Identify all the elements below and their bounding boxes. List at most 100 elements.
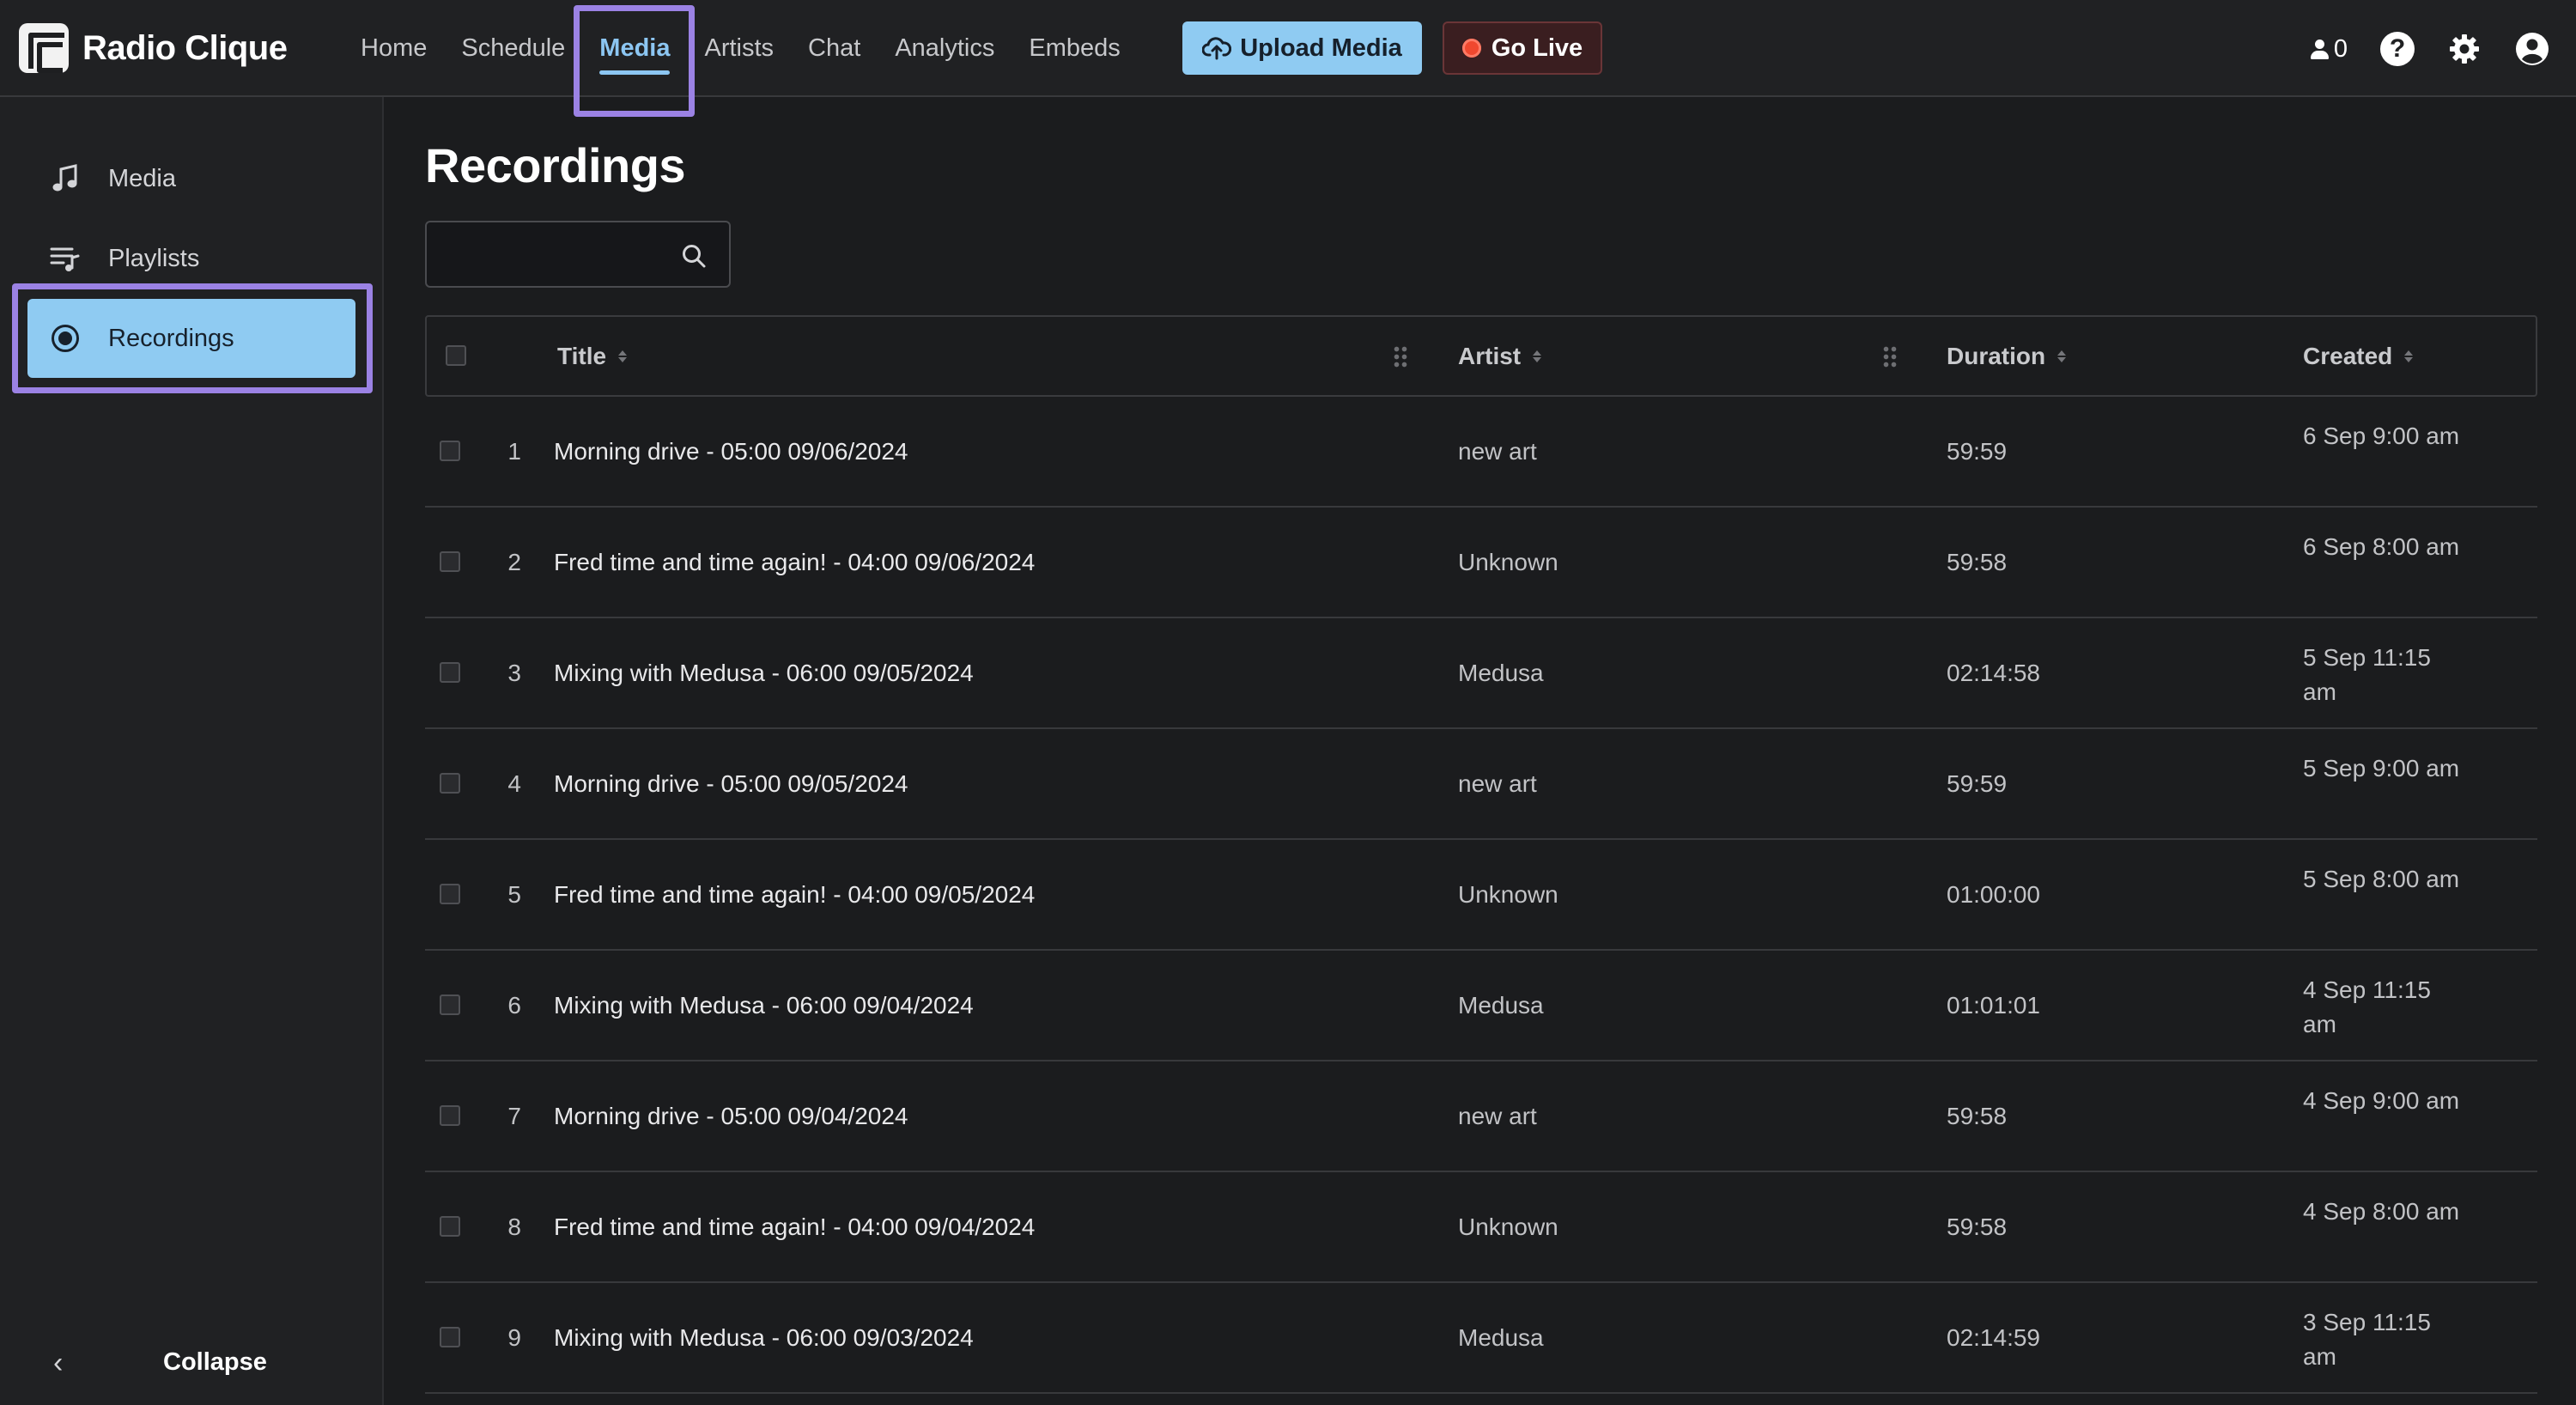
- nav-embeds[interactable]: Embeds: [1012, 0, 1137, 97]
- app-name: Radio Clique: [82, 28, 288, 67]
- top-right-actions: 0 ?: [2308, 26, 2550, 72]
- recording-duration: 59:58: [1947, 1103, 2008, 1129]
- row-number: 2: [507, 549, 521, 575]
- column-drag-handle-icon[interactable]: [1393, 345, 1408, 369]
- sort-icon: [618, 350, 628, 362]
- record-icon: [52, 325, 79, 352]
- upload-media-button[interactable]: Upload Media: [1182, 21, 1422, 75]
- row-checkbox[interactable]: [440, 884, 460, 904]
- recording-created: 5 Sep 9:00 am: [2303, 755, 2460, 782]
- page-title: Recordings: [425, 138, 686, 192]
- recording-duration: 59:58: [1947, 1213, 2008, 1240]
- row-checkbox[interactable]: [440, 1327, 460, 1347]
- recording-created: 4 Sep 9:00 am: [2303, 1087, 2460, 1114]
- recording-artist: Medusa: [1458, 992, 1544, 1019]
- table-row[interactable]: 2 Fred time and time again! - 04:00 09/0…: [425, 508, 2537, 618]
- column-header-label: Title: [557, 343, 607, 369]
- column-header-artist[interactable]: Artist: [1458, 343, 1542, 370]
- column-header-created[interactable]: Created: [2303, 343, 2414, 370]
- table-row[interactable]: 9 Mixing with Medusa - 06:00 09/03/2024 …: [425, 1283, 2537, 1394]
- table-row[interactable]: 1 Morning drive - 05:00 09/06/2024 new a…: [425, 397, 2537, 508]
- recording-created: 6 Sep 9:00 am: [2303, 423, 2460, 449]
- row-number: 4: [507, 770, 521, 797]
- recording-artist: Unknown: [1458, 881, 1558, 908]
- nav-home[interactable]: Home: [343, 0, 444, 97]
- recording-duration: 02:14:59: [1947, 1324, 2040, 1351]
- gear-icon[interactable]: [2447, 32, 2482, 66]
- row-checkbox[interactable]: [440, 551, 460, 572]
- recording-title[interactable]: Mixing with Medusa - 06:00 09/04/2024: [554, 992, 974, 1019]
- search-input[interactable]: [440, 234, 664, 274]
- listener-count-value: 0: [2333, 34, 2348, 63]
- row-number: 1: [507, 438, 521, 465]
- nav-schedule[interactable]: Schedule: [444, 0, 582, 97]
- nav-media[interactable]: Media: [582, 0, 687, 97]
- recording-title[interactable]: Morning drive - 05:00 09/06/2024: [554, 438, 908, 465]
- cloud-upload-icon: [1202, 37, 1232, 60]
- nav-analytics[interactable]: Analytics: [878, 0, 1012, 97]
- row-checkbox[interactable]: [440, 441, 460, 461]
- recording-title[interactable]: Mixing with Medusa - 06:00 09/05/2024: [554, 660, 974, 687]
- column-drag-handle-icon[interactable]: [1882, 345, 1898, 369]
- go-live-label: Go Live: [1491, 33, 1583, 62]
- row-number: 7: [507, 1103, 521, 1129]
- recording-duration: 02:14:58: [1947, 660, 2040, 686]
- row-number: 5: [507, 881, 521, 908]
- recording-title[interactable]: Mixing with Medusa - 06:00 09/03/2024: [554, 1324, 974, 1352]
- recording-title[interactable]: Morning drive - 05:00 09/04/2024: [554, 1103, 908, 1130]
- recording-title[interactable]: Fred time and time again! - 04:00 09/05/…: [554, 881, 1035, 909]
- table-header: Title Artist Duration Created: [425, 315, 2537, 397]
- listener-count[interactable]: 0: [2308, 35, 2348, 64]
- row-checkbox[interactable]: [440, 662, 460, 683]
- row-checkbox[interactable]: [440, 994, 460, 1015]
- sidebar: Media Playlists Recordings ‹ Collapse: [0, 97, 384, 1405]
- chevron-left-icon: ‹: [53, 1347, 64, 1379]
- recording-title[interactable]: Fred time and time again! - 04:00 09/04/…: [554, 1213, 1035, 1241]
- sort-icon: [1533, 350, 1542, 362]
- sidebar-item-label: Recordings: [108, 324, 234, 352]
- column-header-title[interactable]: Title: [557, 343, 628, 370]
- recording-title[interactable]: Morning drive - 05:00 09/05/2024: [554, 770, 908, 798]
- search-box: [425, 221, 731, 288]
- row-checkbox[interactable]: [440, 1105, 460, 1126]
- recording-duration: 01:01:01: [1947, 992, 2040, 1019]
- sidebar-item-media[interactable]: Media: [27, 139, 355, 218]
- upload-media-label: Upload Media: [1240, 33, 1402, 62]
- brand[interactable]: Radio Clique: [19, 22, 288, 74]
- row-number: 9: [507, 1324, 521, 1351]
- live-dot-icon: [1461, 39, 1481, 58]
- table-row[interactable]: 7 Morning drive - 05:00 09/04/2024 new a…: [425, 1061, 2537, 1172]
- nav-artists[interactable]: Artists: [687, 0, 791, 97]
- collapse-label: Collapse: [163, 1348, 267, 1376]
- top-bar: Radio Clique Home Schedule Media Artists…: [0, 0, 2576, 117]
- table-row[interactable]: 3 Mixing with Medusa - 06:00 09/05/2024 …: [425, 618, 2537, 729]
- sidebar-item-recordings[interactable]: Recordings: [27, 299, 355, 378]
- sidebar-item-playlists[interactable]: Playlists: [27, 219, 355, 298]
- table-row[interactable]: 6 Mixing with Medusa - 06:00 09/04/2024 …: [425, 951, 2537, 1061]
- recording-duration: 01:00:00: [1947, 881, 2040, 908]
- recording-artist: Medusa: [1458, 660, 1544, 686]
- row-checkbox[interactable]: [440, 1216, 460, 1237]
- table-row[interactable]: 8 Fred time and time again! - 04:00 09/0…: [425, 1172, 2537, 1283]
- recording-created: 4 Sep 11:15 am: [2303, 976, 2431, 1037]
- recording-title[interactable]: Fred time and time again! - 04:00 09/06/…: [554, 549, 1035, 576]
- account-icon[interactable]: [2514, 31, 2550, 67]
- recording-artist: new art: [1458, 438, 1537, 465]
- recording-created: 5 Sep 8:00 am: [2303, 866, 2460, 892]
- sort-icon: [2057, 350, 2067, 362]
- table-row[interactable]: 5 Fred time and time again! - 04:00 09/0…: [425, 840, 2537, 951]
- search-icon[interactable]: [681, 243, 707, 269]
- recording-artist: new art: [1458, 770, 1537, 797]
- collapse-sidebar-button[interactable]: ‹ Collapse: [0, 1336, 384, 1388]
- row-checkbox[interactable]: [440, 773, 460, 794]
- select-all-checkbox[interactable]: [446, 345, 466, 366]
- table-row[interactable]: 4 Morning drive - 05:00 09/05/2024 new a…: [425, 729, 2537, 840]
- column-header-label: Duration: [1947, 343, 2046, 369]
- row-number: 3: [507, 660, 521, 686]
- sidebar-item-label: Media: [108, 164, 176, 192]
- playlist-icon: [46, 246, 84, 271]
- help-icon[interactable]: ?: [2380, 32, 2415, 66]
- nav-chat[interactable]: Chat: [791, 0, 878, 97]
- column-header-duration[interactable]: Duration: [1947, 343, 2067, 370]
- go-live-button[interactable]: Go Live: [1443, 21, 1602, 75]
